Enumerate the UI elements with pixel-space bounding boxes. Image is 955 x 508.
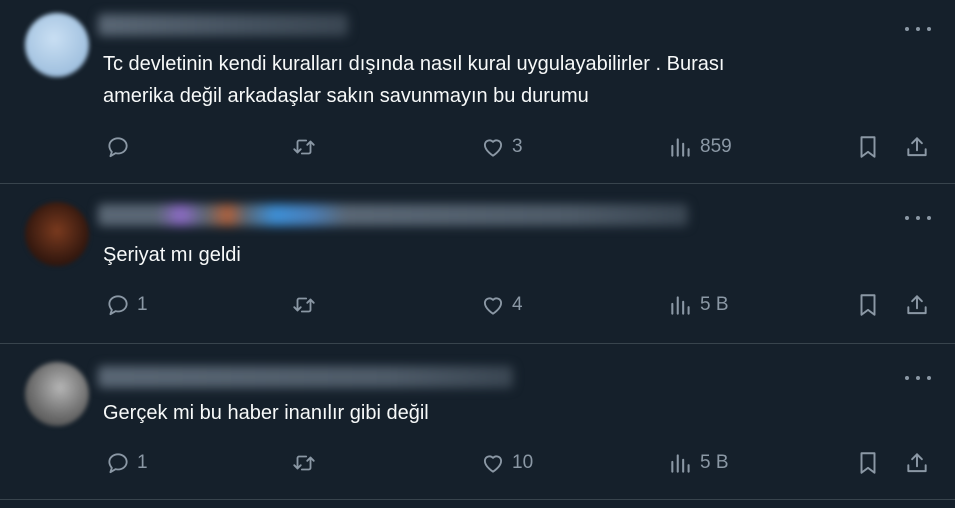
- reply-button[interactable]: [105, 134, 137, 160]
- replies-feed: Tc devletinin kendi kuralları dışında na…: [0, 0, 955, 508]
- reply-button[interactable]: 1: [105, 292, 148, 318]
- views-icon: [668, 292, 694, 318]
- views-button[interactable]: 859: [668, 134, 732, 160]
- more-icon[interactable]: [905, 19, 931, 39]
- reply-count: 1: [137, 452, 148, 473]
- reply-text: Gerçek mi bu haber inanılır gibi değil: [103, 402, 429, 424]
- share-button[interactable]: [904, 134, 930, 160]
- like-count: 10: [512, 452, 534, 473]
- retweet-icon: [291, 134, 317, 160]
- views-icon: [668, 450, 694, 476]
- retweet-button[interactable]: [291, 450, 323, 476]
- like-button[interactable]: 4: [480, 292, 523, 318]
- bookmark-icon: [855, 292, 881, 318]
- bookmark-icon: [855, 134, 881, 160]
- reply-count: 1: [137, 294, 148, 315]
- view-count: 5 B: [700, 294, 729, 315]
- like-button[interactable]: 10: [480, 450, 533, 476]
- reply-text: Şeriyat mı geldi: [103, 244, 241, 266]
- more-icon[interactable]: [905, 368, 931, 388]
- bookmark-button[interactable]: [855, 134, 881, 160]
- share-icon: [904, 292, 930, 318]
- like-icon: [480, 134, 506, 160]
- author-name-redacted[interactable]: [98, 14, 348, 36]
- reply-icon: [105, 450, 131, 476]
- retweet-icon: [291, 450, 317, 476]
- reply-tweet[interactable]: Şeriyat mı geldi 1 4 5 B: [0, 184, 955, 344]
- retweet-button[interactable]: [291, 134, 323, 160]
- like-icon: [480, 292, 506, 318]
- more-icon[interactable]: [905, 208, 931, 228]
- views-button[interactable]: 5 B: [668, 450, 729, 476]
- bookmark-button[interactable]: [855, 292, 881, 318]
- views-icon: [668, 134, 694, 160]
- share-icon: [904, 450, 930, 476]
- share-button[interactable]: [904, 292, 930, 318]
- view-count: 5 B: [700, 452, 729, 473]
- reply-tweet[interactable]: Tc devletinin kendi kuralları dışında na…: [0, 0, 955, 184]
- like-icon: [480, 450, 506, 476]
- like-button[interactable]: 3: [480, 134, 523, 160]
- avatar[interactable]: [25, 13, 89, 77]
- bookmark-button[interactable]: [855, 450, 881, 476]
- bookmark-icon: [855, 450, 881, 476]
- reply-button[interactable]: 1: [105, 450, 148, 476]
- reply-tweet[interactable]: Gerçek mi bu haber inanılır gibi değil 1…: [0, 344, 955, 500]
- retweet-button[interactable]: [291, 292, 323, 318]
- share-button[interactable]: [904, 450, 930, 476]
- author-name-redacted[interactable]: [98, 366, 513, 388]
- view-count: 859: [700, 136, 732, 157]
- reply-text: Tc devletinin kendi kuralları dışında na…: [103, 53, 725, 107]
- like-count: 4: [512, 294, 523, 315]
- avatar[interactable]: [25, 202, 89, 266]
- avatar[interactable]: [25, 362, 89, 426]
- views-button[interactable]: 5 B: [668, 292, 729, 318]
- like-count: 3: [512, 136, 523, 157]
- retweet-icon: [291, 292, 317, 318]
- share-icon: [904, 134, 930, 160]
- reply-icon: [105, 134, 131, 160]
- reply-icon: [105, 292, 131, 318]
- author-name-redacted[interactable]: [98, 204, 688, 226]
